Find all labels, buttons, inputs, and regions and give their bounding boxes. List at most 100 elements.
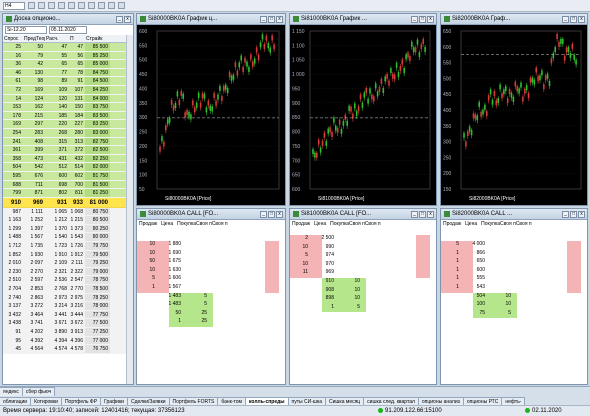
option-board-row[interactable]: 2 510 2 597 2 536 2 547 78 750: [3, 276, 133, 286]
ask-cell[interactable]: 2: [290, 235, 310, 243]
option-board-row[interactable]: 910 969 931 933 81 000: [3, 197, 133, 208]
option-board-row[interactable]: 987 1 111 1 065 1 068 80 750: [3, 207, 133, 217]
bid-cell[interactable]: 5: [183, 301, 209, 309]
ask-cell[interactable]: 5: [441, 241, 461, 249]
toolbar-icon[interactable]: [88, 2, 95, 9]
option-board-row[interactable]: 595 676 600 602 81 750: [3, 171, 133, 181]
chart-area[interactable]: 650 600 550 500 450 400 350 300 250 200 150 Si82000…: [441, 25, 587, 205]
ask-cell[interactable]: 10: [290, 261, 310, 269]
option-board-row[interactable]: 3 137 3 272 3 214 3 216 78 000: [3, 302, 133, 311]
bid-cell[interactable]: 910: [310, 278, 336, 286]
option-board-row[interactable]: 2 704 2 853 2 768 2 770 78 500: [3, 285, 133, 294]
ask-cell[interactable]: 1: [441, 284, 461, 292]
option-board-row[interactable]: 3 432 3 464 3 441 3 444 77 750: [3, 310, 133, 320]
option-board-row[interactable]: 358 473 431 432 82 250: [3, 154, 133, 164]
maximize-icon[interactable]: □: [268, 210, 275, 218]
ask-cell[interactable]: 1 630: [157, 267, 183, 275]
option-quotes[interactable]: 54 000 1 866 1 650 1 600 1 555 1 543 504 10 100 10 75 5: [441, 229, 587, 384]
col-header[interactable]: П: [69, 35, 85, 42]
bid-cell[interactable]: 10: [336, 287, 362, 295]
option-board-row[interactable]: 3 438 3 741 3 671 3 672 77 500: [3, 319, 133, 328]
toolbar-icon[interactable]: [68, 2, 75, 9]
option-board-row[interactable]: 36 42 65 65 85 000: [3, 60, 133, 69]
minimize-icon[interactable]: _: [260, 210, 267, 218]
ask-cell[interactable]: 555: [461, 275, 487, 283]
option-board-row[interactable]: 799 871 802 811 81 250: [3, 189, 133, 198]
ask-cell[interactable]: 1: [441, 275, 461, 283]
ask-cell[interactable]: 5: [137, 275, 157, 283]
option-board-row[interactable]: 2 740 2 863 2 973 2 975 78 250: [3, 293, 133, 303]
option-board-row[interactable]: 241 408 315 313 82 750: [3, 137, 133, 147]
bid-cell[interactable]: 10: [487, 293, 513, 301]
bid-cell[interactable]: 1 483: [157, 301, 183, 309]
close-icon[interactable]: x: [427, 210, 434, 218]
bid-cell[interactable]: 5: [487, 310, 513, 318]
minimize-icon[interactable]: _: [116, 15, 123, 23]
option-board-row[interactable]: 1 299 1 397 1 370 1 373 80 250: [3, 224, 133, 234]
toolbar-icon[interactable]: [78, 2, 85, 9]
option-board-row[interactable]: 1 488 1 567 1 540 1 543 80 000: [3, 233, 133, 243]
bid-cell[interactable]: 1 483: [157, 293, 183, 301]
close-icon[interactable]: x: [427, 15, 434, 23]
ask-cell[interactable]: 2 500: [310, 235, 336, 243]
option-board-row[interactable]: 688 711 698 700 81 500: [3, 180, 133, 190]
bid-cell[interactable]: 25: [183, 310, 209, 318]
ask-cell[interactable]: 866: [461, 250, 487, 258]
ask-cell[interactable]: 974: [310, 252, 336, 260]
col-header[interactable]: Расч.: [45, 35, 69, 42]
minimize-icon[interactable]: _: [562, 210, 569, 218]
ask-cell[interactable]: 1: [441, 267, 461, 275]
ask-cell[interactable]: 969: [310, 269, 336, 277]
option-board-row[interactable]: 72 169 109 107 84 250: [3, 85, 133, 95]
ask-cell[interactable]: 10: [137, 250, 157, 258]
col-header[interactable]: Спрос: [3, 35, 23, 42]
ask-cell[interactable]: 1: [441, 250, 461, 258]
option-board-row[interactable]: 46 130 77 78 84 750: [3, 68, 133, 78]
ask-cell[interactable]: 600: [461, 267, 487, 275]
ask-cell[interactable]: 4 000: [461, 241, 487, 249]
ask-cell[interactable]: 990: [310, 244, 336, 252]
bid-cell[interactable]: 75: [461, 310, 487, 318]
ask-cell[interactable]: 1 567: [157, 284, 183, 292]
option-board-row[interactable]: 2 010 2 097 2 109 2 111 79 250: [3, 259, 133, 268]
bid-cell[interactable]: 50: [157, 310, 183, 318]
ask-cell[interactable]: 11: [290, 269, 310, 277]
col-header[interactable]: Страйк: [85, 35, 110, 42]
close-icon[interactable]: x: [578, 210, 585, 218]
chart-area[interactable]: 1 150 1 100 1 050 1 000 950 900 850 800 750 700 65…: [290, 25, 436, 205]
option-quotes[interactable]: 10 1 880 10 1 690 50 1 675 10 1 630 5 1 606 1 1 567…: [137, 229, 285, 384]
option-board-row[interactable]: 61 98 89 91 84 500: [3, 77, 133, 86]
ask-cell[interactable]: 1 880: [157, 241, 183, 249]
bid-cell[interactable]: 5: [183, 293, 209, 301]
close-icon[interactable]: x: [578, 15, 585, 23]
bid-cell[interactable]: 898: [310, 295, 336, 303]
bid-cell[interactable]: 504: [461, 293, 487, 301]
maximize-icon[interactable]: □: [570, 15, 577, 23]
option-board-row[interactable]: 153 162 140 150 83 750: [3, 103, 133, 112]
option-board-row[interactable]: 2 230 2 270 2 321 2 322 79 000: [3, 267, 133, 277]
ask-cell[interactable]: 1: [137, 284, 157, 292]
option-board-row[interactable]: 1 712 1 735 1 723 1 726 79 750: [3, 242, 133, 251]
option-board-row[interactable]: 1 852 1 930 1 910 1 912 79 500: [3, 250, 133, 260]
ask-cell[interactable]: 1 675: [157, 258, 183, 266]
toolbar-icon[interactable]: [118, 2, 125, 9]
option-board-row[interactable]: 45 4 564 4 574 4 578 76 750: [3, 345, 133, 354]
minimize-icon[interactable]: _: [411, 210, 418, 218]
bid-cell[interactable]: 10: [336, 295, 362, 303]
minimize-icon[interactable]: _: [411, 15, 418, 23]
bid-cell[interactable]: 5: [336, 304, 362, 312]
date-select[interactable]: 05.11.2020: [49, 26, 87, 34]
option-board-row[interactable]: 178 215 185 184 83 500: [3, 111, 133, 121]
maximize-icon[interactable]: □: [570, 210, 577, 218]
bid-cell[interactable]: 100: [461, 301, 487, 309]
ask-cell[interactable]: 1: [441, 258, 461, 266]
bid-cell[interactable]: 908: [310, 287, 336, 295]
close-icon[interactable]: x: [276, 15, 283, 23]
timeframe-select[interactable]: H4: [3, 1, 25, 10]
ask-cell[interactable]: 543: [461, 284, 487, 292]
tab[interactable]: яндекс: [0, 387, 23, 396]
bid-cell[interactable]: 25: [183, 318, 209, 326]
bid-cell[interactable]: 1: [310, 304, 336, 312]
option-board-row[interactable]: 95 4 392 4 394 4 396 77 000: [3, 336, 133, 346]
vertical-scrollbar[interactable]: [126, 35, 133, 384]
